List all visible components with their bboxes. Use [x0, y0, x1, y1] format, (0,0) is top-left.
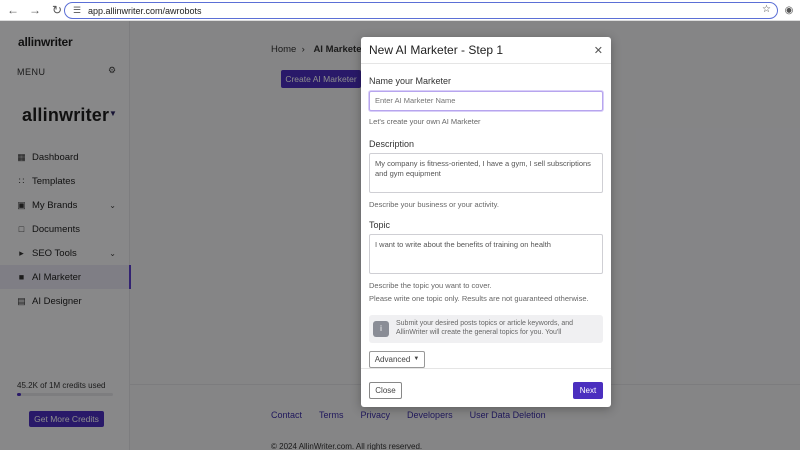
topic-hint: Describe the topic you want to cover. — [369, 280, 492, 290]
topic-label: Topic — [369, 219, 391, 230]
browser-toolbar: ← → ↻ ☰ app.allinwriter.com/awrobots ☆ ◉ — [0, 0, 800, 21]
caret-down-icon: ▼ — [413, 356, 420, 362]
description-label: Description — [369, 138, 415, 149]
description-textarea[interactable]: My company is fitness-oriented, I have a… — [369, 152, 603, 193]
info-callout: i Submit your desired posts topics or ar… — [369, 314, 603, 343]
info-text: Submit your desired posts topics or arti… — [396, 319, 574, 337]
topic-textarea[interactable]: I want to write about the benefits of tr… — [369, 233, 603, 274]
modal-title: New AI Marketer - Step 1 — [369, 43, 504, 57]
advanced-dropdown-button[interactable]: Advanced ▼ — [369, 350, 425, 368]
marketer-name-input[interactable] — [369, 90, 603, 111]
modal-footer: Close Next — [361, 368, 611, 407]
advanced-label: Advanced — [374, 354, 411, 364]
topic-warning: Please write one topic only. Results are… — [369, 293, 589, 303]
forward-arrow-icon[interactable]: → — [26, 1, 44, 19]
back-arrow-icon[interactable]: ← — [4, 1, 22, 19]
next-button[interactable]: Next — [573, 382, 603, 399]
description-hint: Describe your business or your activity. — [369, 199, 499, 209]
new-ai-marketer-modal: New AI Marketer - Step 1 ✕ Name your Mar… — [361, 37, 611, 407]
name-label: Name your Marketer — [369, 76, 452, 86]
name-hint: Let's create your own AI Marketer — [369, 116, 481, 126]
close-icon[interactable]: ✕ — [594, 44, 603, 57]
modal-body: Name your Marketer Let's create your own… — [369, 76, 603, 368]
extension-icon[interactable]: ◉ — [782, 3, 796, 17]
modal-header: New AI Marketer - Step 1 — [361, 37, 611, 64]
url-text[interactable]: app.allinwriter.com/awrobots — [88, 6, 202, 16]
info-icon: i — [373, 320, 389, 337]
address-bar[interactable]: ☰ app.allinwriter.com/awrobots ☆ — [64, 2, 778, 19]
close-button[interactable]: Close — [369, 382, 402, 399]
bookmark-star-icon[interactable]: ☆ — [762, 4, 771, 15]
site-settings-icon[interactable]: ☰ — [70, 4, 84, 18]
